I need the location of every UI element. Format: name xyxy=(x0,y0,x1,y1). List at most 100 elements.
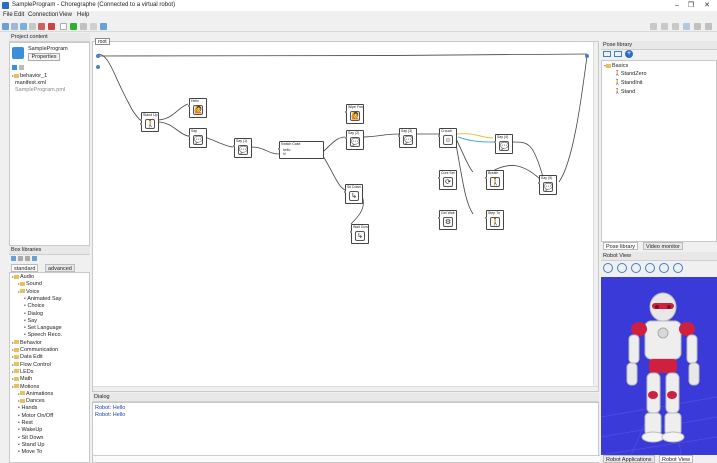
tool-icon-3[interactable] xyxy=(672,23,679,30)
library-item[interactable]: ▪ Hands xyxy=(18,405,37,411)
library-item[interactable]: ▸ LEDs xyxy=(12,369,33,375)
library-item[interactable]: ▪ WakeUp xyxy=(18,427,42,433)
rotate-icon[interactable] xyxy=(617,263,627,273)
pan-icon[interactable] xyxy=(631,263,641,273)
library-item[interactable]: ▪ Sit Down xyxy=(18,435,44,441)
connect-icon[interactable] xyxy=(60,23,67,30)
play-icon[interactable] xyxy=(70,23,77,30)
save-icon[interactable] xyxy=(20,23,27,30)
menu-connection[interactable]: Connection xyxy=(28,12,58,18)
tab-advanced[interactable]: advanced xyxy=(45,264,75,272)
box-switch-case[interactable]: Switch Case hello hi xyxy=(278,141,324,159)
library-item[interactable]: ▪ Dialog xyxy=(24,311,43,317)
box-say[interactable]: Say 💬 xyxy=(188,128,207,148)
maximize-icon[interactable]: ❐ xyxy=(684,1,698,10)
library-item[interactable]: ▪ Speech Reco. xyxy=(24,332,62,338)
start-port-2[interactable] xyxy=(96,65,100,69)
tool-icon-4[interactable] xyxy=(683,23,690,30)
tool-icon-2[interactable] xyxy=(661,23,668,30)
dialog-input[interactable] xyxy=(93,455,600,462)
debug-icon[interactable] xyxy=(80,23,87,30)
box-sit-down[interactable]: Sit Down ↳ xyxy=(344,184,363,204)
zoom-icon[interactable] xyxy=(659,263,669,273)
start-port[interactable] xyxy=(96,54,100,58)
zoom-out-icon[interactable] xyxy=(673,263,683,273)
library-item[interactable]: ▪ Say xyxy=(24,318,37,324)
box-get-wait[interactable]: Get Wait ⚙ xyxy=(438,210,457,230)
robot-icon[interactable] xyxy=(100,23,107,30)
undo-icon[interactable] xyxy=(29,23,36,30)
box-step-to[interactable]: Step To 🚶 xyxy=(485,210,504,230)
step-icon[interactable] xyxy=(90,23,97,30)
robot-3d-view[interactable] xyxy=(601,277,717,455)
info-icon[interactable] xyxy=(603,263,613,273)
add-pose-icon[interactable]: + xyxy=(625,50,633,58)
tab-robot-view[interactable]: Robot View xyxy=(659,455,694,463)
new-project-icon[interactable] xyxy=(2,23,9,30)
pose-open-icon[interactable] xyxy=(603,51,611,57)
library-item[interactable]: ▪ Stand Up xyxy=(18,442,44,448)
tree-behavior-1[interactable]: ▸ behavior_1 xyxy=(12,73,47,79)
open-project-icon[interactable] xyxy=(11,23,18,30)
minimize-icon[interactable]: – xyxy=(670,1,684,10)
library-item[interactable]: ▸ Sound xyxy=(18,281,42,287)
box-say-3[interactable]: Say (3) 💬 xyxy=(398,128,417,148)
library-item[interactable]: ▸ Audio xyxy=(12,274,34,280)
tab-pose-library[interactable]: Pose library xyxy=(603,242,639,250)
canvas-vertical-scrollbar[interactable] xyxy=(593,42,598,391)
library-item[interactable]: ▸ Math xyxy=(12,376,32,382)
menu-edit[interactable]: Edit xyxy=(14,12,24,18)
pose-folder-basics[interactable]: ▾ Basics xyxy=(604,63,628,69)
library-item[interactable]: ▪ Set Language xyxy=(24,325,62,331)
library-save-icon[interactable] xyxy=(25,256,30,261)
library-item[interactable]: ▪ Rest xyxy=(18,420,33,426)
box-curs-set[interactable]: Curs Set ⟳ xyxy=(438,170,457,190)
tree-manifest[interactable]: manifest.xml xyxy=(15,80,46,86)
box-stand-up[interactable]: Stand Up 🚶 xyxy=(140,112,159,132)
box-say-5[interactable]: Say (5) 💬 xyxy=(538,175,557,195)
tree-pml[interactable]: SampleProgram.pml xyxy=(15,87,65,93)
tab-standard[interactable]: standard xyxy=(11,264,39,272)
menu-view[interactable]: View xyxy=(59,12,72,18)
library-item[interactable]: ▸ Behavior xyxy=(12,340,42,346)
redo-icon[interactable] xyxy=(38,23,45,30)
box-crouch[interactable]: Crouch ☺ xyxy=(438,128,457,148)
tab-video-monitor[interactable]: Video monitor xyxy=(643,242,683,250)
properties-button[interactable]: Properties xyxy=(28,53,60,61)
flow-diagram-canvas[interactable]: root Stand Up 🚶 Hello 🙋 Say 💬 Say (1) 💬 … xyxy=(92,38,599,392)
library-filter-icon[interactable] xyxy=(32,256,37,261)
close-icon[interactable]: ✕ xyxy=(700,1,714,10)
tool-icon-6[interactable] xyxy=(705,23,712,30)
library-item[interactable]: ▪ Motor On/Off xyxy=(18,413,53,419)
pose-stand-init[interactable]: 🚶StandInit xyxy=(614,80,643,86)
library-item[interactable]: ▸ Communication xyxy=(12,347,58,353)
library-new-icon[interactable] xyxy=(18,256,23,261)
library-item[interactable]: ▸ Flow Control xyxy=(12,362,51,368)
box-hello[interactable]: Hello 🙋 xyxy=(188,98,207,118)
box-wait-down[interactable]: Wait Down↳ xyxy=(350,224,369,244)
library-item[interactable]: ▸ Dances xyxy=(18,398,45,404)
library-item[interactable]: ▸ Voice xyxy=(18,289,39,295)
settings-icon[interactable] xyxy=(645,263,655,273)
library-item[interactable]: ▪ Move To xyxy=(18,449,42,455)
box-breath[interactable]: Breath 🚶 xyxy=(485,170,504,190)
remove-file-icon[interactable] xyxy=(19,65,24,70)
end-port[interactable] xyxy=(585,54,589,58)
menu-file[interactable]: File xyxy=(3,12,13,18)
library-item[interactable]: ▸ Data Edit xyxy=(12,354,43,360)
menu-help[interactable]: Help xyxy=(77,12,89,18)
tab-robot-applications[interactable]: Robot Applications xyxy=(603,455,655,463)
tool-icon-5[interactable] xyxy=(694,23,701,30)
library-item[interactable]: ▸ Motions xyxy=(12,384,39,390)
box-say-4[interactable]: Say (4) 💬 xyxy=(494,134,513,154)
library-item[interactable]: ▪ Choice xyxy=(24,303,45,309)
add-file-icon[interactable] xyxy=(12,65,17,70)
library-item[interactable]: ▪ Animated Say xyxy=(24,296,61,302)
library-open-icon[interactable] xyxy=(11,256,16,261)
canvas-horizontal-scrollbar[interactable] xyxy=(93,386,598,391)
tool-icon-1[interactable] xyxy=(650,23,657,30)
pose-stand[interactable]: 🚶Stand xyxy=(614,89,635,95)
pose-save-icon[interactable] xyxy=(614,51,622,57)
box-wipe-fore[interactable]: Wipe Fore 🙋 xyxy=(345,104,364,124)
stop-icon[interactable] xyxy=(48,23,55,30)
